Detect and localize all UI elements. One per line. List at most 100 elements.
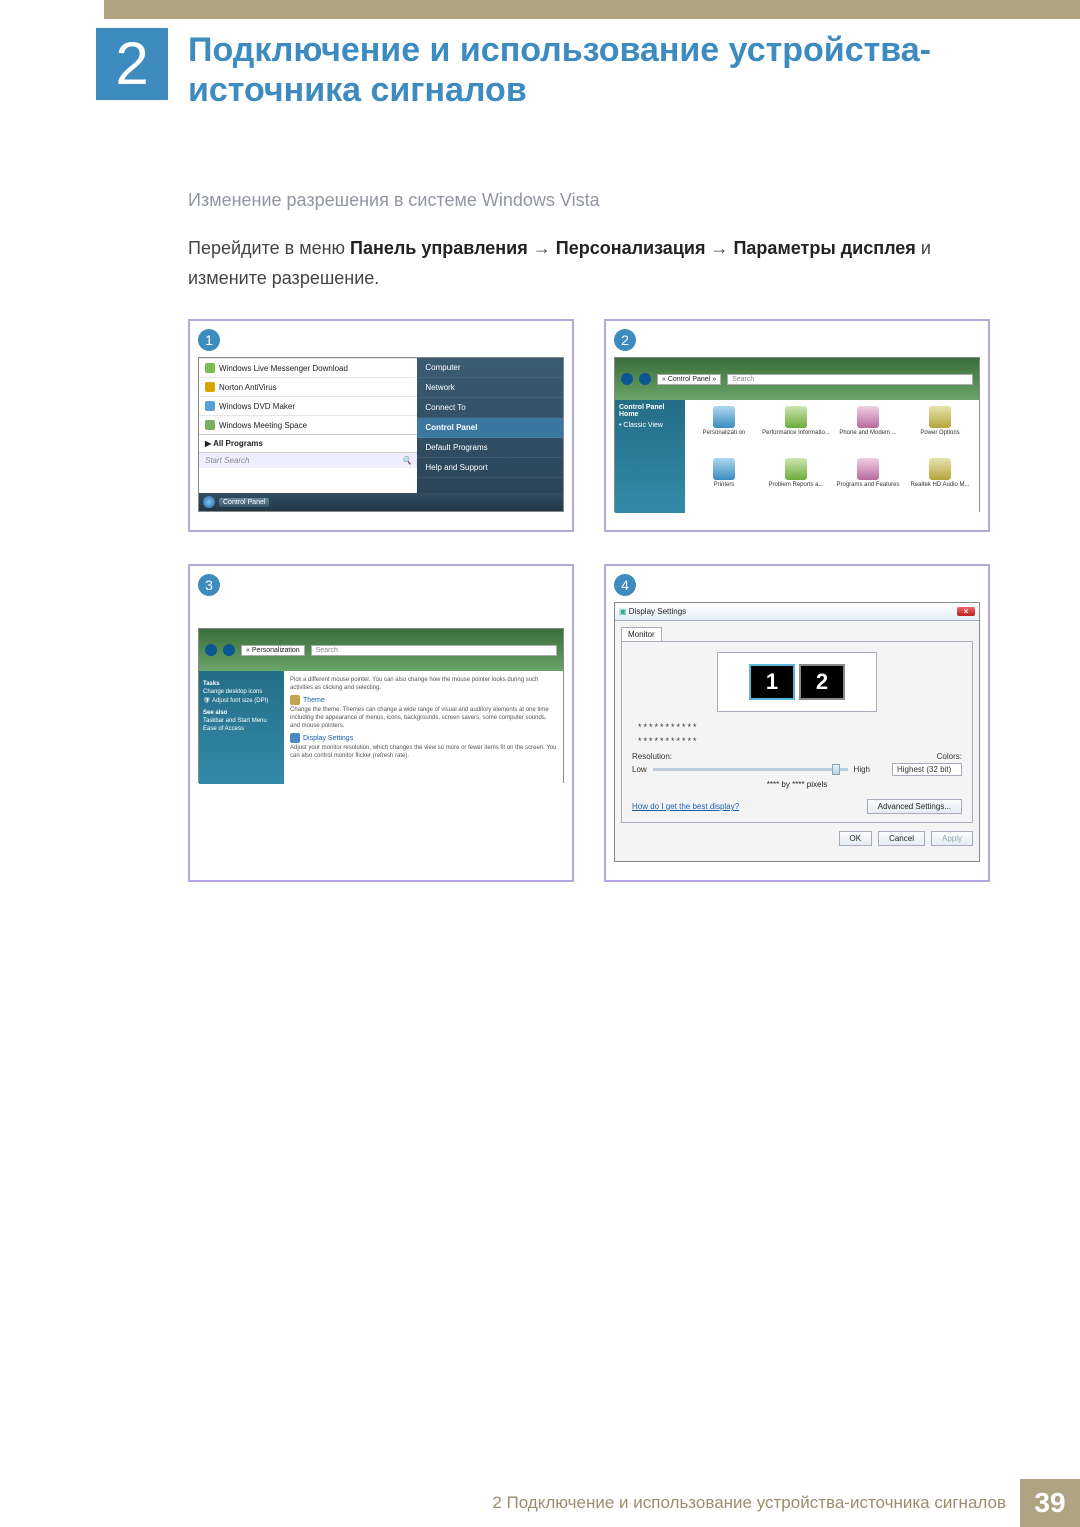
start-menu-left: Windows Live Messenger Download Norton A…: [199, 358, 417, 493]
start-item[interactable]: Windows DVD Maker: [199, 396, 417, 415]
advanced-button[interactable]: Advanced Settings...: [867, 799, 962, 814]
start-orb-icon[interactable]: [203, 496, 215, 508]
start-item-label: Windows DVD Maker: [219, 402, 295, 411]
personalization-window: « Personalization Search Tasks Change de…: [198, 628, 564, 783]
resolution-label: Resolution:: [632, 752, 672, 761]
start-item[interactable]: Windows Live Messenger Download: [199, 358, 417, 377]
monitor-2[interactable]: 2: [799, 664, 845, 700]
sidebar-link[interactable]: Taskbar and Start Menu: [203, 718, 280, 724]
block-title[interactable]: Theme: [303, 697, 325, 704]
breadcrumb[interactable]: « Control Panel »: [657, 374, 721, 385]
performance-icon: [785, 406, 807, 428]
screenshot-4: 4 ▣ Display Settings × Monitor 1 2 *****…: [604, 564, 990, 882]
resolution-slider[interactable]: [653, 768, 848, 771]
colors-label: Colors:: [937, 752, 962, 761]
start-menu: Windows Live Messenger Download Norton A…: [198, 357, 564, 512]
block-title[interactable]: Display Settings: [303, 735, 353, 742]
cp-icon-label: Realtek HD Audio M...: [910, 482, 969, 488]
right-item[interactable]: Help and Support: [417, 458, 563, 478]
programs-icon: [857, 458, 879, 480]
control-panel-window: « Control Panel » Search Control Panel H…: [614, 357, 980, 512]
tab-monitor[interactable]: Monitor: [621, 627, 662, 641]
phone-icon: [857, 406, 879, 428]
help-link[interactable]: How do I get the best display?: [632, 802, 739, 811]
close-icon[interactable]: ×: [957, 607, 975, 616]
start-item[interactable]: Windows Meeting Space: [199, 415, 417, 434]
explorer-titlebar: « Control Panel » Search: [615, 358, 979, 400]
personalization-icon: [713, 406, 735, 428]
app-icon: [205, 401, 215, 411]
start-item-label: Windows Live Messenger Download: [219, 364, 348, 373]
printers-icon: [713, 458, 735, 480]
instr-b3: Параметры дисплея: [733, 238, 915, 258]
all-programs[interactable]: ▶ All Programs: [199, 434, 417, 452]
control-panel-grid: Personalizati on Performance Informatio.…: [685, 400, 979, 513]
sidebar-item[interactable]: Control Panel Home: [619, 404, 681, 418]
chapter-title: Подключение и использование устройства-и…: [188, 30, 1050, 110]
sidebar-link[interactable]: 🛡 Adjust font size (DPI): [203, 697, 280, 704]
step-badge-1: 1: [198, 329, 220, 351]
cp-icon[interactable]: Performance Informatio...: [761, 406, 831, 456]
masked-text: ***********: [638, 722, 962, 732]
cp-icon[interactable]: Personalizati on: [689, 406, 759, 456]
start-search[interactable]: Start Search🔍: [199, 452, 417, 468]
search-input[interactable]: Search: [311, 645, 557, 656]
ok-button[interactable]: OK: [839, 831, 873, 846]
dialog-title-label: Display Settings: [629, 607, 686, 616]
sidebar-item[interactable]: • Classic View: [619, 422, 681, 429]
cp-icon-label: Performance Informatio...: [762, 430, 830, 436]
nav-fwd-icon[interactable]: [223, 644, 235, 656]
problem-icon: [785, 458, 807, 480]
screenshot-1: 1 Windows Live Messenger Download Norton…: [188, 319, 574, 532]
tab-panel: 1 2 *********** *********** Resolution: …: [621, 641, 973, 823]
sidebar-link[interactable]: Change desktop icons: [203, 689, 280, 695]
block-desc: Pick a different mouse pointer. You can …: [290, 676, 557, 692]
sidebar-link-label: Adjust font size (DPI): [212, 698, 268, 704]
app-icon: [205, 382, 215, 392]
instr-b2: Персонализация: [556, 238, 706, 258]
right-item[interactable]: Network: [417, 378, 563, 398]
monitor-1[interactable]: 1: [749, 664, 795, 700]
right-item[interactable]: Default Programs: [417, 438, 563, 458]
personalization-main: Pick a different mouse pointer. You can …: [284, 671, 563, 784]
cp-icon[interactable]: Programs and Features: [833, 458, 903, 508]
nav-back-icon[interactable]: [621, 373, 633, 385]
masked-text: ***********: [638, 736, 962, 746]
chapter-number-badge: 2: [96, 28, 168, 100]
nav-back-icon[interactable]: [205, 644, 217, 656]
apply-button[interactable]: Apply: [931, 831, 973, 846]
cp-icon[interactable]: Power Options: [905, 406, 975, 456]
cp-icon[interactable]: Problem Reports a...: [761, 458, 831, 508]
screenshot-3: 3 « Personalization Search Tasks Change …: [188, 564, 574, 882]
screenshot-2: 2 « Control Panel » Search Control Panel…: [604, 319, 990, 532]
power-icon: [929, 406, 951, 428]
step-badge-4: 4: [614, 574, 636, 596]
breadcrumb[interactable]: « Personalization: [241, 645, 305, 656]
display-settings-window: ▣ Display Settings × Monitor 1 2 *******…: [614, 602, 980, 862]
search-input[interactable]: Search: [727, 374, 973, 385]
cp-icon-label: Problem Reports a...: [768, 482, 823, 488]
right-item[interactable]: Connect To: [417, 398, 563, 418]
block-desc: Change the theme. Themes can change a wi…: [290, 706, 557, 730]
sidebar-heading: Tasks: [203, 681, 280, 687]
cp-icon[interactable]: Phone and Modem ...: [833, 406, 903, 456]
slider-thumb[interactable]: [832, 764, 840, 775]
dialog-title: ▣ Display Settings: [619, 607, 686, 616]
nav-fwd-icon[interactable]: [639, 373, 651, 385]
right-item-highlight[interactable]: Control Panel: [417, 418, 563, 438]
cp-icon[interactable]: Printers: [689, 458, 759, 508]
instr-lead: Перейдите в меню: [188, 238, 350, 258]
cancel-button[interactable]: Cancel: [878, 831, 925, 846]
sidebar-heading: See also: [203, 710, 280, 716]
taskbar-button[interactable]: Control Panel: [219, 498, 269, 507]
right-item[interactable]: Computer: [417, 358, 563, 378]
display-icon: [290, 733, 300, 743]
slider-high: High: [854, 765, 870, 774]
start-item[interactable]: Norton AntiVirus: [199, 377, 417, 396]
sidebar-link[interactable]: Ease of Access: [203, 726, 280, 732]
sidebar-item-label: Classic View: [623, 422, 663, 429]
cp-icon[interactable]: Realtek HD Audio M...: [905, 458, 975, 508]
slider-low: Low: [632, 765, 647, 774]
step-badge-2: 2: [614, 329, 636, 351]
colors-select[interactable]: Highest (32 bit): [892, 763, 962, 776]
